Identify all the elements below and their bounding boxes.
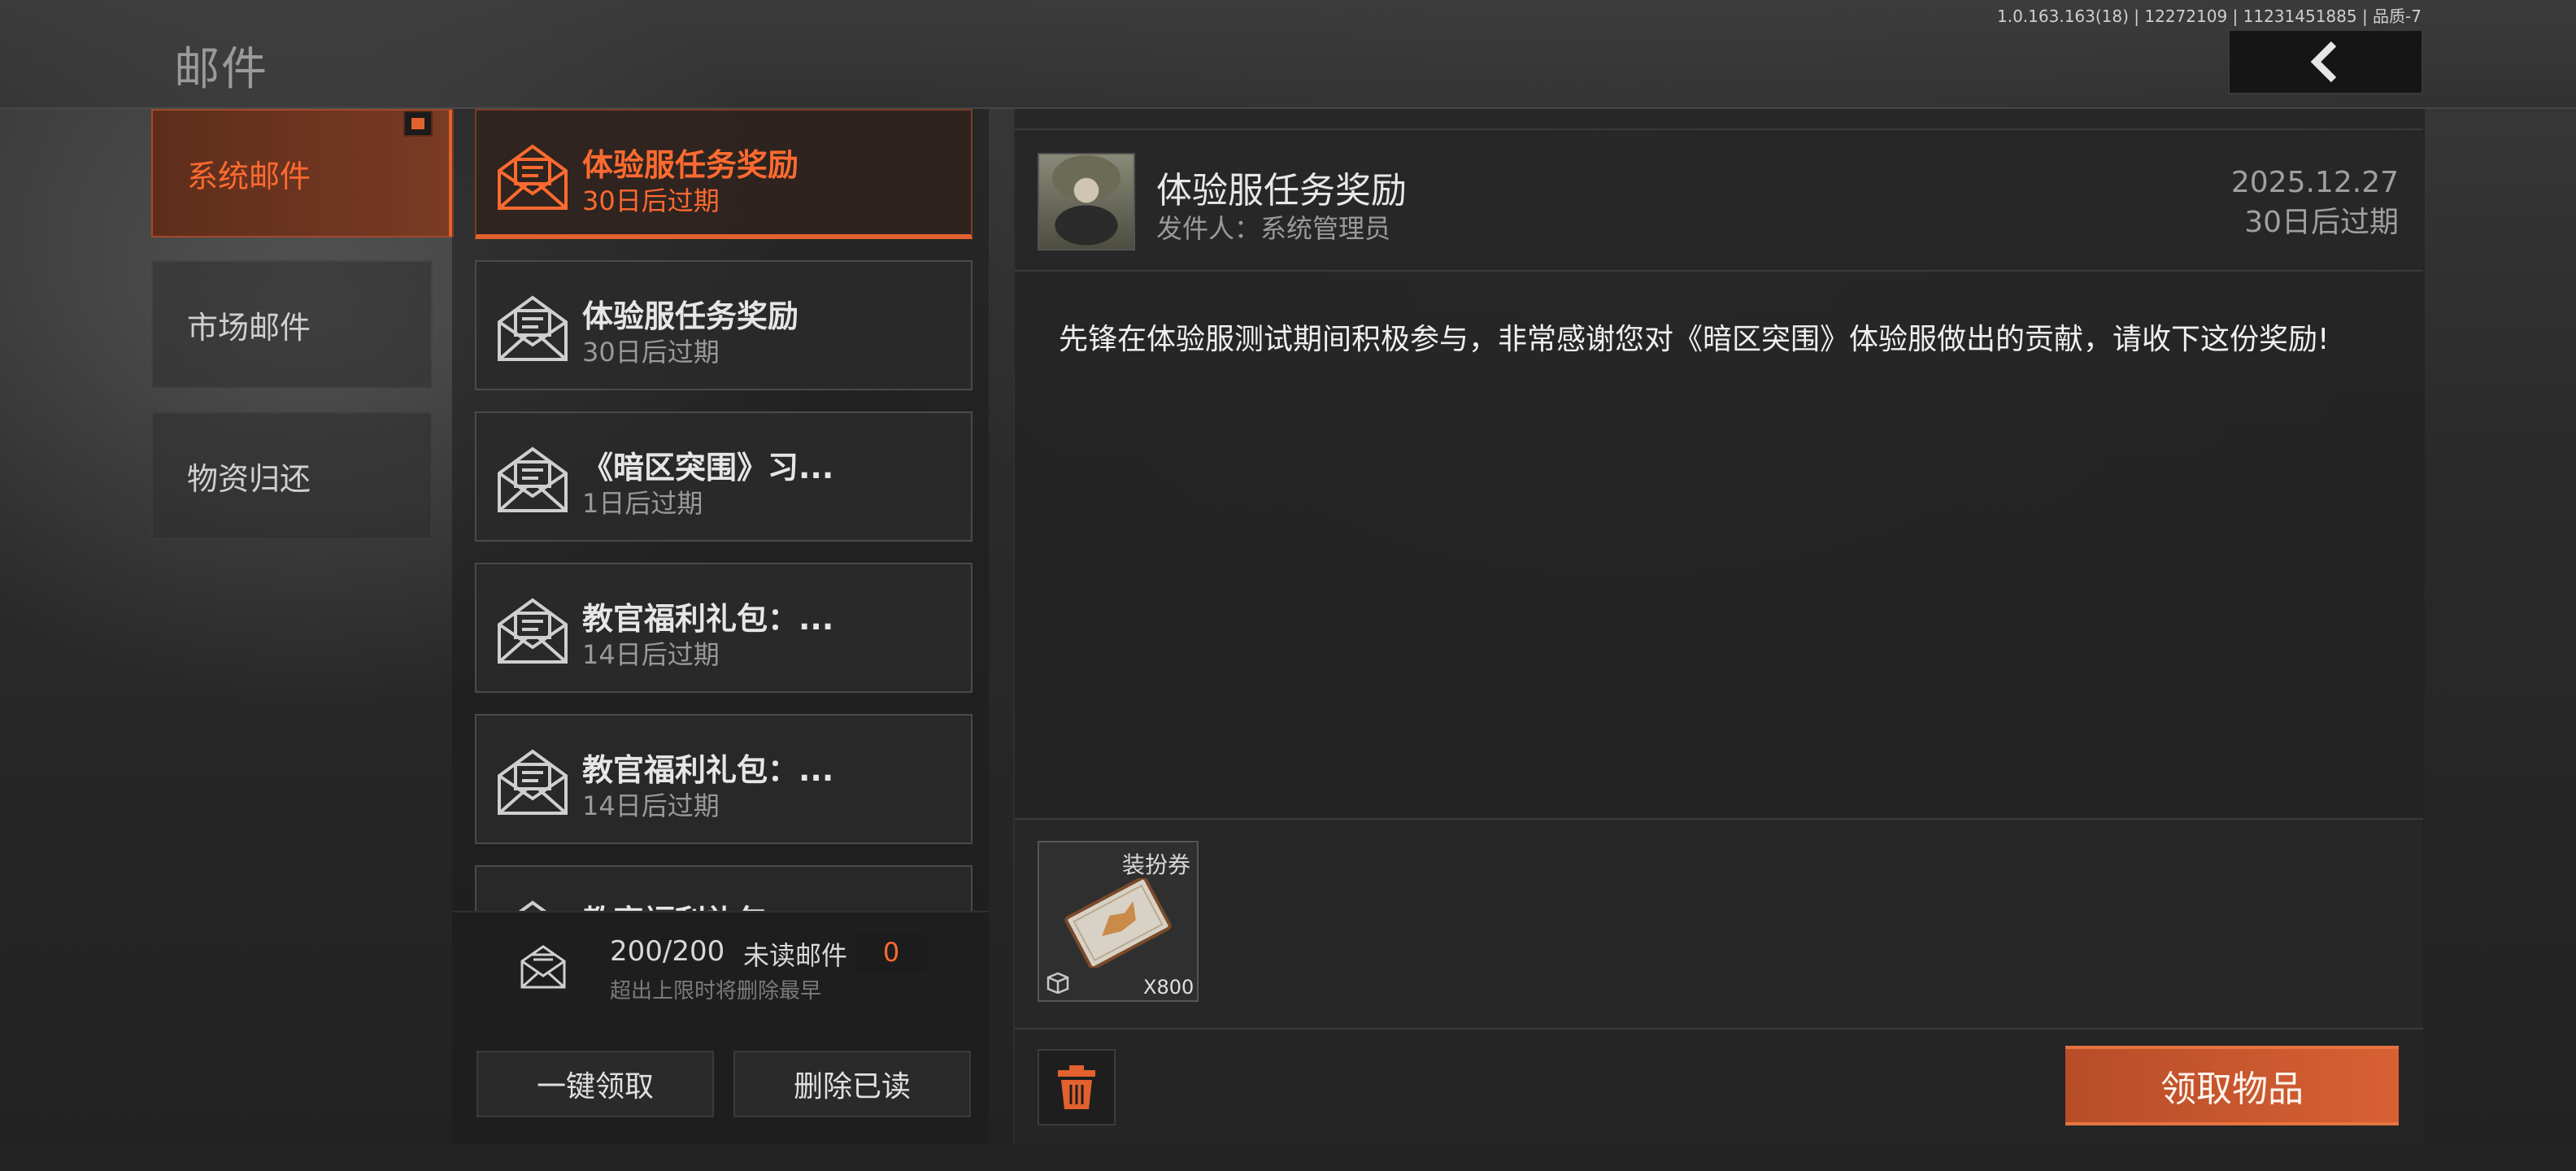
delete-read-button[interactable]: 删除已读 [733, 1051, 971, 1117]
mail-date: 2025.12.27 [2230, 166, 2399, 199]
mail-expiry: 14日后过期 [582, 790, 720, 821]
mail-item[interactable]: 体验服任务奖励 30日后过期 [475, 260, 973, 390]
category-label: 系统邮件 [187, 158, 311, 194]
trash-icon [1058, 1065, 1095, 1109]
mail-list[interactable]: 体验服任务奖励 30日后过期 体验服任务奖励 30日后过期 《暗区突围》习...… [475, 109, 973, 911]
open-envelope-icon [498, 446, 568, 512]
mail-body: 先锋在体验服测试期间积极参与，非常感谢您对《暗区突围》体验服做出的贡献，请收下这… [1059, 323, 2330, 356]
sender-avatar [1038, 153, 1135, 250]
category-item-return[interactable]: 物资归还 [151, 411, 433, 540]
chevron-left-icon [2310, 41, 2337, 83]
back-button[interactable] [2228, 29, 2423, 94]
mail-limit-note: 超出上限时将删除最早 [610, 979, 822, 1003]
mail-detail-title: 体验服任务奖励 [1156, 170, 1407, 211]
page-title: 邮件 [174, 43, 268, 96]
open-envelope-icon [498, 749, 568, 815]
mail-item[interactable]: 《暗区突围》习... 1日后过期 [475, 411, 973, 542]
mail-expiry: 30日后过期 [582, 337, 720, 368]
category-market-mail[interactable]: 市场邮件 [151, 260, 433, 389]
costume-voucher-icon [1064, 878, 1172, 968]
mail-title: 教官福利礼包：... [582, 601, 834, 637]
mail-item[interactable]: 教官福利礼包：... 14日后过期 [475, 714, 973, 844]
claim-items-button[interactable]: 领取物品 [2065, 1046, 2399, 1125]
mail-title: 教官福利礼包：... [582, 752, 834, 788]
mail-expiry: 30日后过期 [2244, 206, 2399, 239]
open-envelope-icon [498, 295, 568, 361]
mail-title: 体验服任务奖励 [582, 298, 799, 334]
mail-expiry: 30日后过期 [582, 185, 720, 216]
mail-expiry: 14日后过期 [582, 639, 720, 670]
new-badge-icon [403, 111, 433, 137]
mail-item[interactable]: 教官福利礼包：... 14日后过期 [475, 563, 973, 693]
mail-title: 体验服任务奖励 [582, 147, 799, 183]
mail-sender: 发件人：系统管理员 [1156, 213, 1391, 244]
unread-label: 未读邮件 [743, 940, 848, 971]
version-info: 1.0.163.163(18) | 12272109 | 11231451885… [1997, 7, 2422, 26]
bottom-edge [0, 1143, 2576, 1171]
open-envelope-icon [498, 144, 568, 210]
category-label: 市场邮件 [187, 309, 311, 346]
mail-title: 教官福利礼包： [582, 896, 798, 911]
category-label: 物资归还 [187, 460, 311, 497]
unread-count: 0 [855, 934, 927, 971]
attachment-label: 装扮券 [1122, 851, 1191, 878]
mail-stack-icon [520, 945, 566, 989]
package-icon [1046, 972, 1069, 994]
mail-item[interactable]: 体验服任务奖励 30日后过期 [475, 109, 973, 239]
mail-item[interactable]: 教官福利礼包： [475, 865, 973, 911]
delete-mail-button[interactable] [1038, 1049, 1116, 1125]
attachment-area [1015, 818, 2423, 1028]
open-envelope-icon [518, 900, 547, 911]
mail-count: 200/200 [610, 935, 725, 968]
open-envelope-icon [498, 598, 568, 664]
mail-title: 《暗区突围》习... [582, 450, 834, 485]
mail-expiry: 1日后过期 [582, 488, 703, 519]
attachment-quantity: X800 [1143, 976, 1194, 999]
claim-all-button[interactable]: 一键领取 [476, 1051, 714, 1117]
